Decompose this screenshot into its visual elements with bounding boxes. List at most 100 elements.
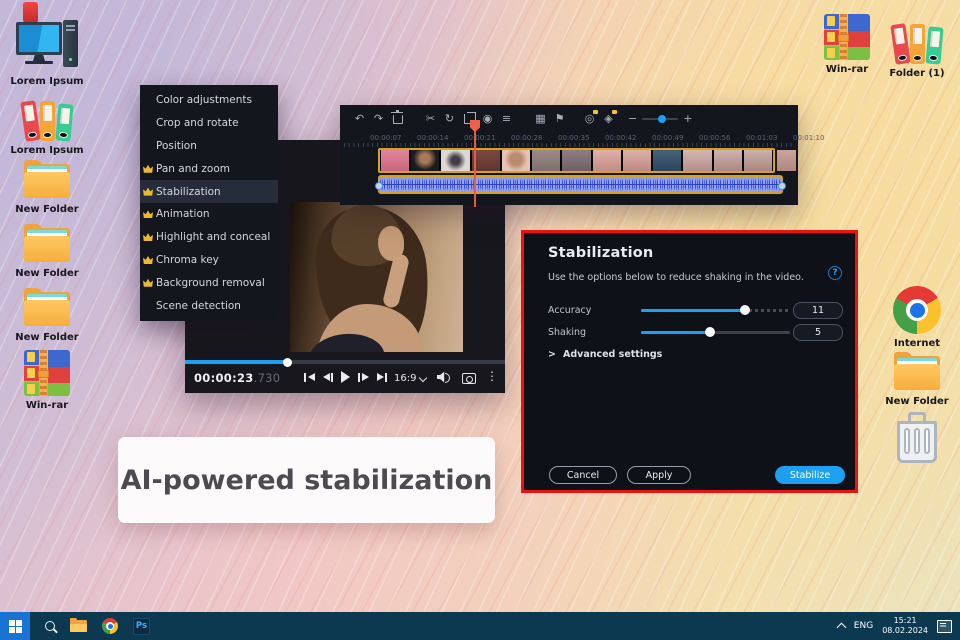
slider-handle[interactable] — [704, 327, 715, 337]
desktop: Lorem Ipsum Lorem Ipsum New Folder New F… — [0, 0, 960, 640]
menu-item-position[interactable]: Position — [140, 135, 278, 158]
taskbar-chrome[interactable] — [102, 618, 118, 634]
search-icon — [45, 621, 55, 631]
accuracy-value[interactable]: 11 — [793, 301, 843, 319]
cancel-button[interactable]: Cancel — [549, 466, 617, 484]
zoom-slider-handle[interactable] — [658, 114, 667, 123]
delete-icon[interactable] — [388, 105, 407, 132]
desktop-icon-computer[interactable]: Lorem Ipsum — [8, 20, 86, 87]
clip-thumbnail — [743, 150, 773, 171]
desktop-icon-folder[interactable]: New Folder — [8, 224, 86, 279]
desktop-icon-folder[interactable]: New Folder — [8, 288, 86, 343]
taskbar-explorer[interactable] — [70, 618, 87, 632]
shaking-row: Shaking 5 — [548, 323, 843, 341]
apply-button[interactable]: Apply — [627, 466, 691, 484]
menu-item-background-removal[interactable]: Background removal — [140, 271, 278, 294]
tools-context-menu: Color adjustments Crop and rotate Positi… — [140, 85, 278, 321]
menu-item-label: Position — [156, 139, 197, 152]
properties-icon[interactable]: ≡ — [497, 105, 516, 132]
seek-handle[interactable] — [283, 357, 293, 367]
menu-item-scene-detection[interactable]: Scene detection — [140, 294, 278, 317]
notification-center-icon[interactable] — [937, 619, 952, 633]
stabilization-tool-icon[interactable]: ◎ — [580, 105, 599, 132]
slider-fill — [641, 330, 710, 334]
slider-handle[interactable] — [740, 305, 751, 315]
audio-track-selected[interactable] — [375, 175, 786, 194]
desktop-icon-internet[interactable]: Internet — [878, 286, 956, 349]
taskbar-clock[interactable]: 15:21 08.02.2024 — [882, 616, 928, 637]
folder-icon — [24, 224, 70, 264]
shaking-slider[interactable] — [641, 327, 790, 337]
menu-item-label: Chroma key — [156, 253, 219, 266]
video-clip-selected[interactable] — [378, 148, 775, 173]
zoom-slider[interactable] — [642, 114, 679, 123]
icon-label: New Folder — [15, 204, 79, 215]
help-icon[interactable]: ? — [828, 266, 842, 280]
desktop-icon-folder[interactable]: New Folder — [8, 160, 86, 215]
premium-crown-icon — [143, 187, 153, 196]
icon-label: Lorem Ipsum — [10, 76, 84, 87]
language-indicator[interactable]: ENG — [854, 621, 873, 631]
trash-icon — [895, 412, 939, 464]
marker-icon[interactable]: ⚑ — [550, 105, 569, 132]
playback-time-ms: .730 — [253, 371, 281, 385]
ruler-label: 00:00:14 — [417, 134, 449, 142]
undo-icon[interactable]: ↶ — [350, 105, 369, 132]
menu-item-label: Pan and zoom — [156, 162, 230, 175]
folder-icon — [24, 288, 70, 328]
next-frame-button[interactable] — [358, 372, 369, 382]
menu-item-chroma-key[interactable]: Chroma key — [140, 249, 278, 272]
menu-item-color-adjustments[interactable]: Color adjustments — [140, 89, 278, 112]
start-button[interactable] — [0, 612, 30, 640]
menu-item-highlight-and-conceal[interactable]: Highlight and conceal — [140, 226, 278, 249]
menu-item-label: Stabilization — [156, 185, 221, 198]
zoom-in-icon[interactable]: + — [683, 112, 692, 125]
desktop-icon-folder[interactable]: New Folder — [878, 352, 956, 407]
menu-item-label: Background removal — [156, 276, 265, 289]
desktop-icon-binders[interactable]: Folder (1) — [878, 20, 956, 79]
taskbar-photoshop[interactable]: Ps — [133, 617, 150, 635]
advanced-settings-toggle[interactable]: > Advanced settings — [548, 349, 662, 360]
rotate-icon[interactable]: ↻ — [440, 105, 459, 132]
desktop-icon-recycle-bin[interactable] — [878, 412, 956, 464]
prev-frame-button[interactable] — [322, 372, 333, 382]
accuracy-label: Accuracy — [548, 304, 592, 316]
desktop-icon-binders[interactable]: Lorem Ipsum — [8, 97, 86, 156]
seek-bar[interactable] — [185, 357, 505, 367]
redo-icon[interactable]: ↷ — [369, 105, 388, 132]
ruler-label: 00:01:03 — [746, 134, 778, 142]
motion-tracking-icon[interactable]: ◈ — [599, 105, 618, 132]
more-options-icon[interactable]: ⋮ — [486, 369, 498, 383]
ruler-label: 00:00:28 — [511, 134, 543, 142]
video-clip-fragment[interactable] — [777, 150, 796, 171]
speed-icon[interactable]: ◉ — [478, 105, 497, 132]
tray-chevron-up-icon[interactable] — [836, 622, 847, 633]
icon-label: Win-rar — [825, 64, 869, 75]
picture-in-picture-icon[interactable]: ▦ — [531, 105, 550, 132]
aspect-ratio-dropdown[interactable]: 16:9 — [394, 373, 428, 384]
play-button[interactable] — [341, 371, 350, 383]
menu-item-stabilization[interactable]: Stabilization — [140, 180, 278, 203]
menu-item-animation[interactable]: Animation — [140, 203, 278, 226]
desktop-icon-winrar[interactable]: Win-rar — [8, 350, 86, 411]
menu-item-crop-and-rotate[interactable]: Crop and rotate — [140, 112, 278, 135]
stabilize-button[interactable]: Stabilize — [775, 466, 845, 484]
accuracy-slider[interactable] — [641, 305, 790, 315]
binders-icon — [19, 97, 74, 142]
menu-item-pan-and-zoom[interactable]: Pan and zoom — [140, 157, 278, 180]
split-icon[interactable]: ✂ — [421, 105, 440, 132]
taskbar-search-icon[interactable] — [45, 621, 55, 631]
taskbar: Ps ENG 15:21 08.02.2024 — [0, 612, 960, 640]
icon-label: Win-rar — [25, 400, 69, 411]
desktop-icon-winrar[interactable]: Win-rar — [808, 14, 886, 75]
ruler-label: 00:00:35 — [558, 134, 590, 142]
zoom-out-icon[interactable]: − — [628, 112, 637, 125]
icon-label: New Folder — [15, 268, 79, 279]
timeline-ruler[interactable]: 00:00:07 00:00:14 00:00:21 00:00:28 00:0… — [340, 132, 824, 148]
shaking-value[interactable]: 5 — [793, 323, 843, 341]
snapshot-icon[interactable] — [462, 373, 476, 384]
volume-icon[interactable] — [437, 371, 451, 383]
skip-start-button[interactable] — [304, 372, 315, 382]
ruler-label: 00:00:07 — [370, 134, 402, 142]
skip-end-button[interactable] — [376, 372, 387, 382]
